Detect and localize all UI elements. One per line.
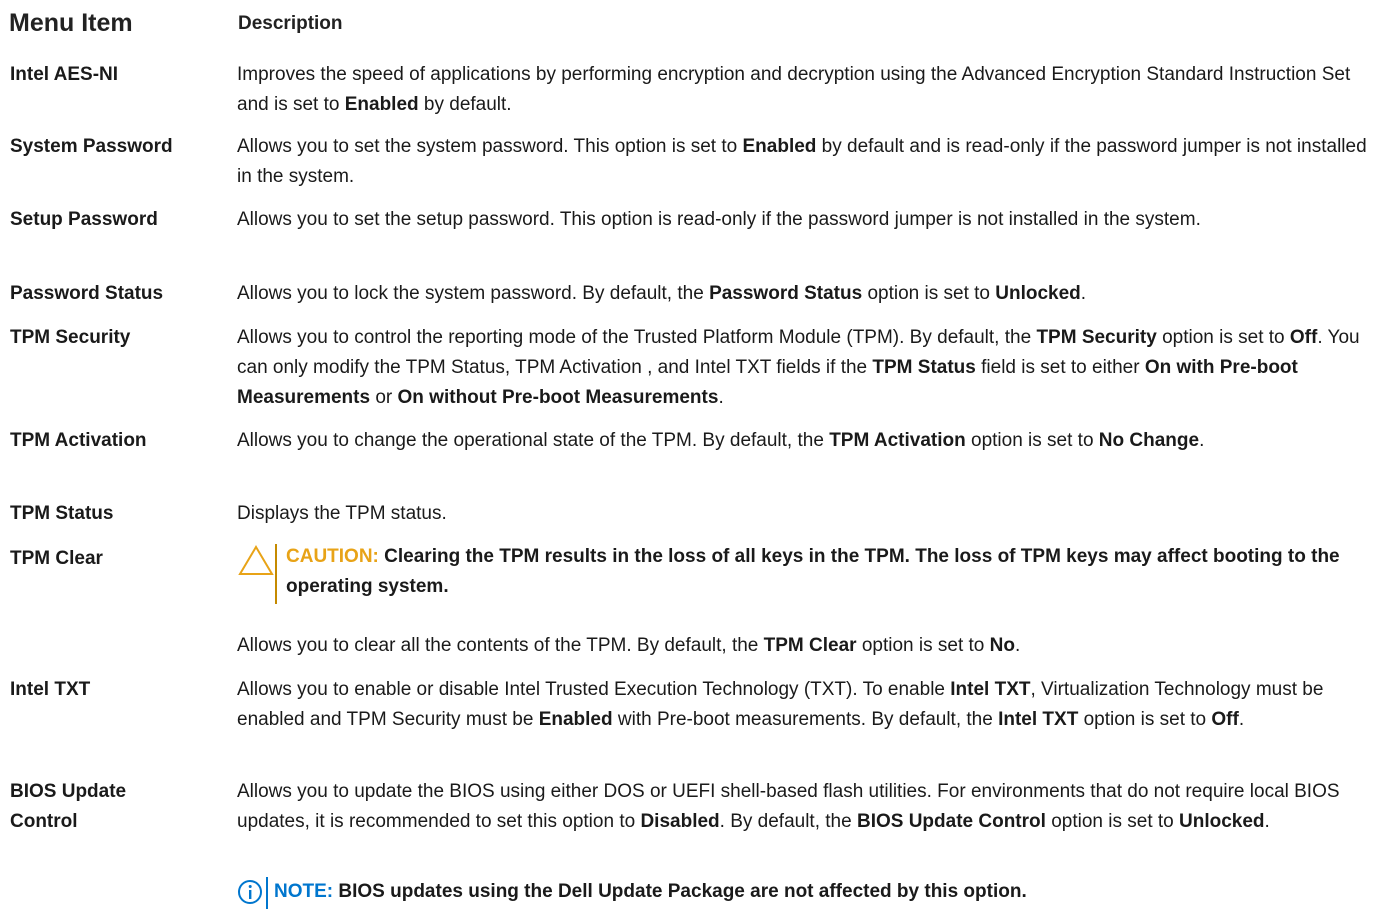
menu-item-name: Setup Password bbox=[10, 209, 158, 230]
description-header: Description bbox=[238, 13, 343, 34]
menu-item-name: Intel AES-NI bbox=[10, 64, 119, 85]
menu-item-description: Allows you to clear all the contents of … bbox=[237, 635, 1021, 656]
table-row: TPM Clear CAUTION: Clearing the TPM resu… bbox=[0, 544, 1384, 656]
caution-label: CAUTION: bbox=[286, 546, 379, 567]
menu-item-name: Intel TXT bbox=[10, 679, 91, 700]
menu-item-description: Allows you to enable or disable Intel Tr… bbox=[237, 679, 1324, 730]
note-bar bbox=[266, 877, 268, 909]
menu-item-name: Password Status bbox=[10, 283, 164, 304]
menu-item-name: TPM Status bbox=[10, 503, 114, 524]
menu-item-name: TPM Clear bbox=[10, 548, 103, 569]
caution-bar bbox=[275, 544, 277, 604]
note-text: BIOS updates using the Dell Update Packa… bbox=[333, 881, 1027, 902]
note-label: NOTE: bbox=[274, 881, 334, 902]
menu-item-description: Allows you to set the system password. T… bbox=[237, 136, 1367, 187]
info-circle-icon bbox=[237, 878, 267, 918]
document-page: Menu Item Description Intel AES-NI Impro… bbox=[0, 0, 1384, 909]
note-callout: NOTE: BIOS updates using the Dell Update… bbox=[237, 876, 1372, 910]
warning-triangle-icon bbox=[237, 544, 275, 586]
menu-item-description: Allows you to lock the system password. … bbox=[237, 283, 1087, 304]
menu-item-name: TPM Security bbox=[10, 327, 131, 348]
menu-item-description: Allows you to update the BIOS using eith… bbox=[237, 781, 1340, 832]
menu-item-description: Displays the TPM status. bbox=[237, 503, 447, 524]
menu-item-description: Allows you to set the setup password. Th… bbox=[237, 209, 1201, 230]
menu-item-name: TPM Activation bbox=[10, 430, 147, 451]
menu-item-description: Allows you to change the operational sta… bbox=[237, 430, 1205, 451]
table-row: BIOS Update Control Allows you to update… bbox=[0, 777, 1384, 909]
menu-item-name: BIOS Update Control bbox=[10, 781, 127, 832]
menu-item-name: System Password bbox=[10, 136, 173, 157]
caution-callout: CAUTION: Clearing the TPM results in the… bbox=[237, 544, 1372, 608]
menu-item-description: Improves the speed of applications by pe… bbox=[237, 64, 1351, 115]
caution-text: Clearing the TPM results in the loss of … bbox=[286, 546, 1340, 597]
menu-item-description: Allows you to control the reporting mode… bbox=[237, 327, 1360, 408]
menu-item-header: Menu Item bbox=[9, 9, 133, 37]
